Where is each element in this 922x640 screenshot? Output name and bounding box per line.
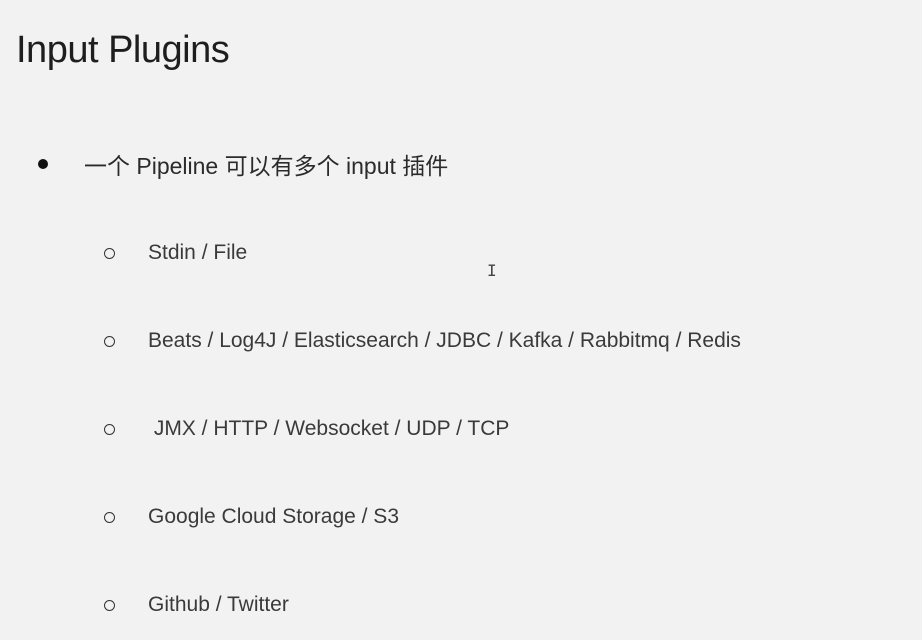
sub-bullet-circle-icon	[104, 335, 115, 347]
slide-title: Input Plugins	[16, 29, 230, 71]
sub-bullet-circle-icon	[104, 511, 115, 523]
sub-item: Beats / Log4J / Elasticsearch / JDBC / K…	[104, 326, 741, 356]
bullet-text: 一个 Pipeline 可以有多个 input 插件	[84, 153, 449, 179]
slide: Input Plugins 一个 Pipeline 可以有多个 input 插件…	[0, 0, 922, 640]
sub-item: Github / Twitter	[104, 590, 289, 620]
bullet-item: 一个 Pipeline 可以有多个 input 插件	[38, 147, 448, 181]
sub-item-text: Beats / Log4J / Elasticsearch / JDBC / K…	[148, 329, 741, 352]
sub-item: JMX / HTTP / Websocket / UDP / TCP	[104, 414, 509, 444]
bullet-dot-icon	[38, 159, 48, 169]
sub-bullet-circle-icon	[104, 599, 115, 611]
sub-item: Stdin / File	[104, 238, 247, 268]
sub-item: Google Cloud Storage / S3	[104, 502, 399, 532]
sub-bullet-circle-icon	[104, 247, 115, 259]
sub-item-text: Github / Twitter	[148, 593, 289, 616]
sub-item-text: Stdin / File	[148, 241, 248, 264]
sub-item-text: Google Cloud Storage / S3	[148, 505, 399, 528]
sub-bullet-circle-icon	[104, 423, 115, 435]
text-cursor-icon: I	[487, 261, 497, 280]
sub-item-text: JMX / HTTP / Websocket / UDP / TCP	[148, 417, 510, 440]
